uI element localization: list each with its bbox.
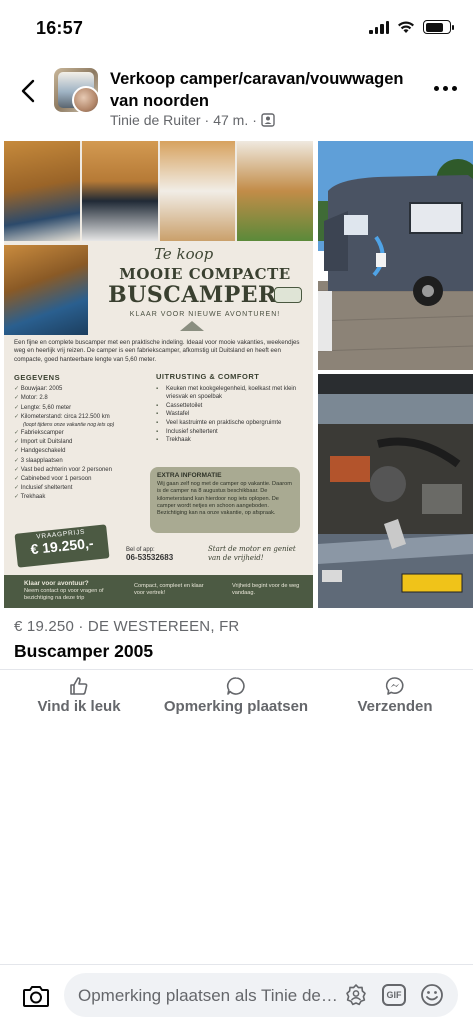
extra-info-text: Wij gaan zelf nog met de camper op vakan…	[157, 481, 292, 517]
post-header: Verkoop camper/caravan/vouwwagen van noo…	[0, 60, 473, 136]
uitrusting-item: Cassettetoilet	[156, 402, 308, 411]
camera-button[interactable]	[22, 983, 50, 1009]
engine-photo[interactable]	[318, 374, 473, 608]
gegevens-item: Fabriekscamper	[14, 429, 154, 438]
footer-block-a: Klaar voor avontuur? Neem contact op voo…	[24, 580, 104, 602]
uitrusting-item: Veel kastruimte en praktische opbergruim…	[156, 419, 308, 428]
flyer-image[interactable]: Te koop MOOIE COMPACTE BUSCAMPER KLAAR V…	[4, 141, 313, 608]
flyer-slogan: Start de motor en geniet van de vrijheid…	[208, 545, 296, 562]
thumbs-up-icon	[70, 677, 88, 695]
status-icons	[369, 20, 454, 34]
mountain-icon	[180, 321, 204, 331]
comment-label: Opmerking plaatsen	[163, 698, 309, 715]
gegevens-item: Kilometerstand: circa 212.500 km	[14, 413, 154, 422]
messenger-icon	[385, 677, 404, 695]
uitrusting-item: Trekhaak	[156, 436, 308, 445]
back-button[interactable]	[14, 74, 42, 108]
uitrusting-item: Keuken met kookgelegenheid, koelkast met…	[156, 385, 308, 402]
listing-title[interactable]: Buscamper 2005	[14, 641, 153, 662]
gegevens-item: Handgeschakeld	[14, 447, 154, 456]
gegevens-item: Trekhaak	[14, 493, 154, 502]
footer-c-text: Vrijheid begint voor de weg vandaag.	[232, 583, 300, 596]
engine-illustration	[318, 374, 473, 608]
send-button[interactable]: Verzenden	[350, 676, 440, 715]
flyer-bed-photo	[4, 245, 88, 335]
meta-separator-2: ·	[252, 112, 257, 128]
gegevens-item: Bouwjaar: 2005	[14, 385, 154, 394]
status-time: 16:57	[36, 18, 84, 38]
comment-placeholder: Opmerking plaatsen als Tinie de Ruiter	[78, 986, 338, 1005]
gegevens-heading: GEGEVENS	[14, 373, 61, 382]
gegevens-column: GEGEVENS Bouwjaar: 2005 Motor: 2.8 Lengt…	[14, 373, 154, 503]
flyer-title: BUSCAMPER	[108, 282, 277, 308]
comment-bar: Opmerking plaatsen als Tinie de Ruiter G…	[0, 964, 473, 1024]
footer-a-text: Neem contact op voor vragen of bezichtig…	[24, 588, 104, 601]
gegevens-item: Motor: 2.8	[14, 394, 154, 403]
battery-icon	[423, 20, 454, 34]
user-avatar[interactable]	[72, 86, 100, 114]
like-label: Vind ik leuk	[37, 698, 121, 715]
extra-info-box: EXTRA INFORMATIE Wij gaan zelf nog met d…	[150, 467, 300, 533]
more-options-button[interactable]	[434, 86, 457, 91]
flyer-tagline: KLAAR VOOR NIEUWE AVONTUREN!	[129, 311, 281, 318]
comment-button[interactable]: Opmerking plaatsen	[160, 676, 312, 715]
flyer-interior-photos	[4, 141, 313, 241]
camera-icon	[23, 986, 49, 1007]
footer-b-text: Compact, compleet en klaar voor vertrek!	[134, 583, 204, 596]
flyer-headline: MOOIE COMPACTE	[119, 265, 291, 283]
status-bar: 16:57	[0, 0, 473, 56]
meta-separator: ·	[204, 112, 210, 128]
divider	[0, 669, 473, 670]
gegevens-item: Vast bed achterin voor 2 personen	[14, 466, 154, 475]
phone-number: 06-53532683	[126, 553, 174, 562]
gegevens-item: Cabinebed voor 1 persoon	[14, 475, 154, 484]
uitrusting-heading: UITRUSTING & COMFORT	[156, 372, 260, 381]
camper-exterior-illustration	[318, 141, 473, 370]
wifi-icon	[398, 21, 414, 33]
van-icon	[274, 287, 302, 303]
footer-a-title: Klaar voor avontuur?	[24, 580, 89, 587]
gif-icon: GIF	[386, 990, 402, 1000]
flyer-te-koop: Te koop	[154, 245, 214, 263]
gegevens-item: Import uit Duitsland	[14, 438, 154, 447]
avatar-sticker-button[interactable]	[344, 983, 368, 1007]
flyer-footer: Klaar voor avontuur? Neem contact op voo…	[4, 575, 313, 608]
emoji-smiley-icon	[421, 984, 443, 1006]
avatar-sticker-icon	[346, 984, 366, 1006]
phone-block: Bel of app: 06-53532683	[126, 547, 173, 562]
post-actions: Vind ik leuk Opmerking plaatsen Verzende…	[0, 676, 473, 722]
gegevens-item: Lengte: 5,60 meter	[14, 404, 154, 413]
gegevens-item: 3 slaapplaatsen	[14, 457, 154, 466]
group-name[interactable]: Verkoop camper/caravan/vouwwagen van noo…	[110, 68, 420, 112]
gif-button[interactable]: GIF	[382, 984, 406, 1006]
emoji-button[interactable]	[420, 983, 444, 1007]
group-members-icon	[261, 113, 275, 127]
gegevens-note: (loopt tijdens onze vakantie nog iets op…	[23, 422, 115, 429]
post-time[interactable]: 47 m.	[213, 112, 248, 128]
cellular-signal-icon	[369, 20, 389, 34]
camper-exterior-photo[interactable]	[318, 141, 473, 370]
uitrusting-item: Inclusief sheltertent	[156, 428, 308, 437]
author-name[interactable]: Tinie de Ruiter	[110, 112, 201, 128]
listing-price-location: € 19.250 · DE WESTEREEN, FR	[14, 618, 240, 635]
post-meta: Tinie de Ruiter · 47 m. ·	[110, 112, 275, 128]
photo-grid: Te koop MOOIE COMPACTE BUSCAMPER KLAAR V…	[4, 141, 473, 608]
send-label: Verzenden	[357, 698, 433, 715]
uitrusting-column: UITRUSTING & COMFORT Keuken met kookgele…	[156, 372, 308, 445]
like-button[interactable]: Vind ik leuk	[36, 676, 122, 715]
flyer-intro: Een fijne en complete buscamper met een …	[14, 339, 300, 363]
extra-info-heading: EXTRA INFORMATIE	[157, 472, 222, 479]
comment-input[interactable]: Opmerking plaatsen als Tinie de Ruiter G…	[64, 973, 458, 1017]
chevron-left-icon	[21, 79, 35, 103]
comment-bubble-icon	[226, 677, 245, 695]
price-tag: VRAAGPRIJS € 19.250,-	[14, 524, 110, 568]
gegevens-item: Inclusief sheltertent	[14, 484, 154, 493]
uitrusting-item: Wastafel	[156, 410, 308, 419]
